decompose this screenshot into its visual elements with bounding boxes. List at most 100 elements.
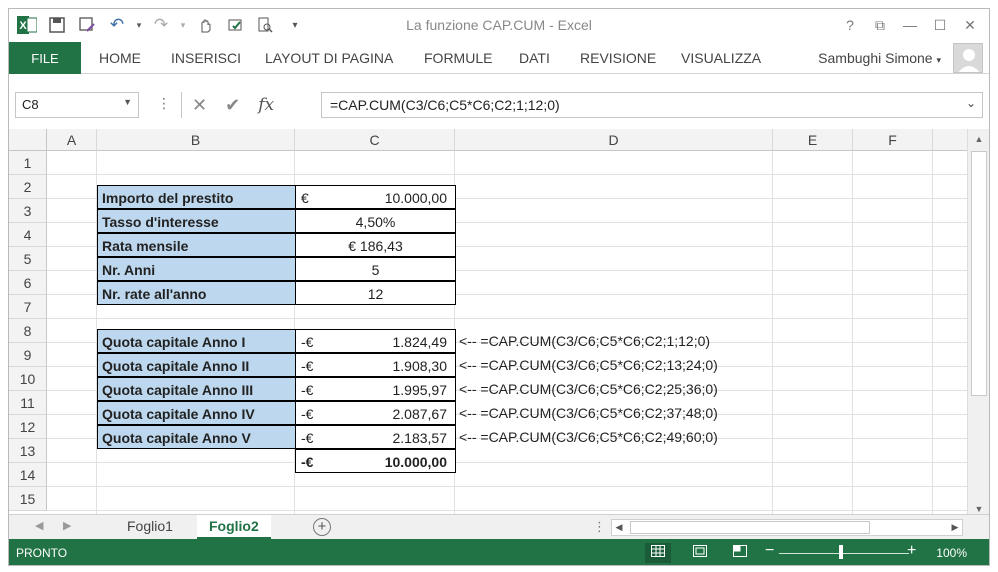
cell-b3[interactable]: Tasso d'interesse (97, 209, 296, 233)
cell-c6[interactable]: 12 (295, 281, 456, 305)
tab-file[interactable]: FILE (9, 42, 81, 74)
enter-icon[interactable]: ✔ (225, 95, 240, 116)
row-header[interactable]: 6 (9, 271, 47, 295)
tab-dati[interactable]: DATI (519, 50, 550, 66)
zoom-in-button[interactable]: + (907, 542, 916, 560)
tab-formule[interactable]: FORMULE (424, 50, 492, 66)
row-header[interactable]: 4 (9, 223, 47, 247)
cell-c13[interactable]: -€ 10.000,00 (295, 449, 456, 473)
insert-function-button[interactable]: fx (258, 95, 274, 115)
cell-b10[interactable]: Quota capitale Anno III (97, 377, 296, 401)
cell-d10[interactable]: <-- =CAP.CUM(C3/C6;C5*C6;C2;25;36;0) (455, 377, 718, 401)
cell-value: 10.000,00 (384, 190, 447, 206)
cell-b12[interactable]: Quota capitale Anno V (97, 425, 296, 449)
name-box-dropdown-icon[interactable]: ▼ (123, 97, 132, 107)
page-layout-view-button[interactable] (687, 543, 713, 563)
tab-layout-di-pagina[interactable]: LAYOUT DI PAGINA (265, 50, 393, 66)
formula-input[interactable]: =CAP.CUM(C3/C6;C5*C6;C2;1;12;0) ⌄ (321, 92, 983, 118)
scroll-left-icon[interactable]: ◀ (612, 520, 626, 535)
column-header-c[interactable]: C (295, 129, 455, 151)
tab-revisione[interactable]: REVISIONE (580, 50, 656, 66)
column-header-e[interactable]: E (773, 129, 853, 151)
column-header-d[interactable]: D (455, 129, 773, 151)
cell-b4[interactable]: Rata mensile (97, 233, 296, 257)
tab-inserisci[interactable]: INSERISCI (171, 50, 241, 66)
sheet-tab-foglio2[interactable]: Foglio2 (197, 515, 271, 539)
row-header[interactable]: 14 (9, 463, 47, 487)
cell-b5[interactable]: Nr. Anni (97, 257, 296, 281)
tab-split-handle-icon[interactable]: ⋮ (593, 519, 606, 535)
cell-c10[interactable]: -€ 1.995,97 (295, 377, 456, 401)
zoom-slider[interactable] (779, 553, 909, 554)
scroll-up-icon[interactable]: ▲ (971, 131, 987, 147)
tab-visualizza[interactable]: VISUALIZZA (681, 50, 761, 66)
row-header[interactable]: 12 (9, 415, 47, 439)
expand-formula-bar-icon[interactable]: ⌄ (966, 96, 976, 110)
horizontal-scrollbar[interactable]: ◀ ▶ (611, 519, 963, 536)
currency-symbol: -€ (301, 454, 314, 470)
next-sheet-icon[interactable]: ▶ (63, 519, 71, 532)
row-header[interactable]: 5 (9, 247, 47, 271)
name-box[interactable]: C8 ▼ (15, 92, 139, 118)
cell-c11[interactable]: -€ 2.087,67 (295, 401, 456, 425)
row-header[interactable]: 1 (9, 151, 47, 175)
avatar[interactable] (953, 43, 983, 73)
cell-c5[interactable]: 5 (295, 257, 456, 281)
row-header[interactable]: 15 (9, 487, 47, 511)
scroll-right-icon[interactable]: ▶ (948, 520, 962, 535)
cell-c9[interactable]: -€ 1.908,30 (295, 353, 456, 377)
column-header-a[interactable]: A (47, 129, 97, 151)
cell-c12[interactable]: -€ 2.183,57 (295, 425, 456, 449)
formula-bar-handle-icon[interactable]: ⋮ (157, 95, 171, 112)
ribbon-display-button[interactable]: ⧉ (865, 13, 895, 37)
column-header-g[interactable] (933, 129, 967, 151)
row-header[interactable]: 9 (9, 343, 47, 367)
currency-symbol: -€ (301, 406, 314, 422)
close-button[interactable]: ✕ (955, 13, 985, 37)
row-header[interactable]: 2 (9, 175, 47, 199)
user-account[interactable]: Sambughi Simone ▾ (818, 50, 941, 66)
column-header-b[interactable]: B (97, 129, 295, 151)
row-header[interactable]: 7 (9, 295, 47, 319)
cancel-icon[interactable]: ✕ (192, 95, 207, 116)
normal-view-icon (651, 545, 665, 557)
tab-home[interactable]: HOME (99, 50, 141, 66)
previous-sheet-icon[interactable]: ◀ (35, 519, 43, 532)
cell-b8[interactable]: Quota capitale Anno I (97, 329, 296, 353)
select-all-corner[interactable] (9, 129, 47, 151)
row-header[interactable]: 8 (9, 319, 47, 343)
sheet-tab-foglio1[interactable]: Foglio1 (115, 515, 185, 539)
minimize-button[interactable]: — (895, 13, 925, 37)
cell-c4[interactable]: € 186,43 (295, 233, 456, 257)
horizontal-scroll-thumb[interactable] (630, 521, 870, 534)
cell-c3[interactable]: 4,50% (295, 209, 456, 233)
help-button[interactable]: ? (835, 13, 865, 37)
zoom-slider-thumb[interactable] (839, 545, 843, 559)
vertical-scroll-thumb[interactable] (971, 151, 987, 396)
row-header[interactable]: 11 (9, 391, 47, 415)
cell-b2[interactable]: Importo del prestito (97, 185, 296, 209)
row-header[interactable]: 10 (9, 367, 47, 391)
cell-c8[interactable]: -€ 1.824,49 (295, 329, 456, 353)
column-header-f[interactable]: F (853, 129, 933, 151)
user-dropdown-icon: ▾ (936, 55, 941, 65)
cell-b11[interactable]: Quota capitale Anno IV (97, 401, 296, 425)
vertical-scrollbar[interactable]: ▲ ▼ (967, 129, 989, 519)
add-sheet-button[interactable]: + (313, 518, 331, 536)
maximize-button[interactable]: ☐ (925, 13, 955, 37)
zoom-out-button[interactable]: − (765, 542, 774, 560)
cell-b6[interactable]: Nr. rate all'anno (97, 281, 296, 305)
status-text: PRONTO (16, 546, 68, 560)
normal-view-button[interactable] (645, 543, 671, 563)
worksheet-grid[interactable]: A B C D E F 1 2 3 4 5 6 7 8 9 10 11 12 1… (9, 129, 967, 514)
cell-d9[interactable]: <-- =CAP.CUM(C3/C6;C5*C6;C2;13;24;0) (455, 353, 718, 377)
cell-d11[interactable]: <-- =CAP.CUM(C3/C6;C5*C6;C2;37;48;0) (455, 401, 718, 425)
page-break-view-button[interactable] (727, 543, 753, 563)
cell-b9[interactable]: Quota capitale Anno II (97, 353, 296, 377)
zoom-level[interactable]: 100% (936, 546, 967, 560)
cell-d12[interactable]: <-- =CAP.CUM(C3/C6;C5*C6;C2;49;60;0) (455, 425, 718, 449)
cell-c2[interactable]: € 10.000,00 (295, 185, 456, 209)
row-header[interactable]: 13 (9, 439, 47, 463)
row-header[interactable]: 3 (9, 199, 47, 223)
cell-d8[interactable]: <-- =CAP.CUM(C3/C6;C5*C6;C2;1;12;0) (455, 329, 710, 353)
